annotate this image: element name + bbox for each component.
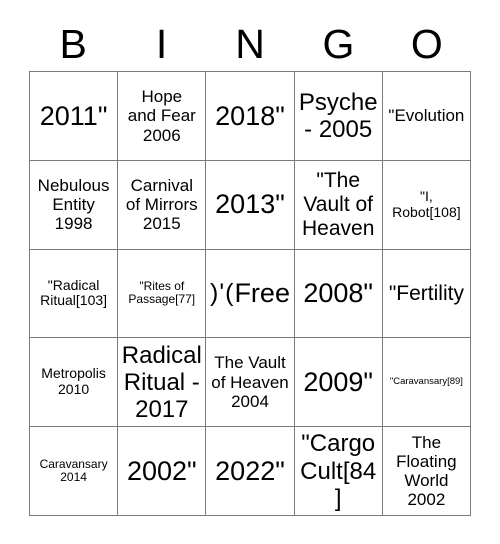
bingo-cell-label: "Radical Ritual[103] (40, 276, 108, 309)
bingo-cell-label: "Cargo Cult[84] (300, 430, 377, 512)
bingo-cell-label: "Evolution (388, 106, 465, 126)
bingo-cell[interactable]: The Vault of Heaven 2004 (206, 338, 295, 428)
bingo-cell-label: 2011" (39, 100, 108, 131)
bingo-cell-label: The Floating World 2002 (396, 432, 457, 510)
bingo-header-letter-n: N (235, 20, 265, 67)
bingo-cell-label: 2018" (215, 100, 285, 131)
bingo-cell-label: 2022" (215, 455, 285, 486)
bingo-cell[interactable]: 2018" (206, 72, 295, 161)
bingo-cell[interactable]: 2013" (206, 160, 295, 250)
bingo-cell-label: Radical Ritual - 2017 (121, 341, 202, 423)
bingo-cell[interactable]: "I, Robot[108] (382, 160, 471, 250)
bingo-cell[interactable]: 2022" (206, 427, 295, 516)
bingo-free-space[interactable]: )'(Free (206, 249, 295, 339)
bingo-cell[interactable]: The Floating World 2002 (382, 427, 471, 516)
bingo-header-letter-o: O (410, 20, 443, 67)
bingo-header-letter-i: I (155, 20, 168, 67)
bingo-cell-label: "The Vault of Heaven (302, 169, 375, 240)
bingo-cell[interactable]: "Evolution (382, 72, 471, 161)
bingo-cell-label: 2013" (215, 189, 285, 220)
bingo-cell-label: "I, Robot[108] (392, 187, 461, 220)
bingo-cell[interactable]: Caravansary 2014 (30, 427, 119, 516)
bingo-cell-label: Metropolis 2010 (41, 365, 106, 398)
bingo-grid: 2011" Hope and Fear 2006 2018" Psyche - 200… (29, 71, 471, 516)
bingo-card: B I N G O 2011" Hope and Fear 2006 2018" Ps… (0, 0, 500, 544)
bingo-cell-label: "Caravansary[89] (389, 375, 463, 387)
bingo-cell-label: "Fertility (388, 281, 464, 305)
bingo-cell[interactable]: "Rites of Passage[77] (118, 249, 207, 339)
bingo-cell[interactable]: "Cargo Cult[84] (294, 427, 383, 516)
bingo-cell[interactable]: 2009" (294, 338, 383, 428)
bingo-cell[interactable]: "Caravansary[89] (382, 338, 471, 428)
bingo-cell[interactable]: "The Vault of Heaven (294, 160, 383, 250)
burning-man-symbol-icon: )'( (210, 278, 235, 307)
bingo-cell[interactable]: 2011" (30, 72, 119, 161)
bingo-header-letter-g: G (322, 20, 355, 67)
bingo-header-row: B I N G O (29, 18, 471, 70)
bingo-header-letter-b: B (59, 20, 87, 67)
bingo-cell-label: "Rites of Passage[77] (128, 278, 196, 307)
bingo-cell[interactable]: Carnival of Mirrors 2015 (118, 160, 207, 250)
bingo-cell-label: Caravansary 2014 (39, 456, 108, 485)
bingo-cell-label: Carnival of Mirrors 2015 (125, 175, 198, 234)
bingo-cell-label: Hope and Fear 2006 (127, 87, 196, 145)
bingo-cell-label: Psyche - 2005 (298, 88, 378, 143)
bingo-cell[interactable]: Hope and Fear 2006 (118, 72, 207, 161)
bingo-cell-label: 2008" (303, 278, 374, 309)
bingo-cell[interactable]: Radical Ritual - 2017 (118, 338, 207, 428)
bingo-cell[interactable]: 2002" (118, 427, 207, 516)
bingo-cell-label: Nebulous Entity 1998 (37, 175, 110, 234)
bingo-cell[interactable]: Metropolis 2010 (30, 338, 119, 428)
bingo-cell[interactable]: "Radical Ritual[103] (30, 249, 119, 339)
bingo-cell-label: The Vault of Heaven 2004 (211, 353, 289, 411)
bingo-cell[interactable]: 2008" (294, 249, 383, 339)
bingo-cell-label: 2009" (303, 367, 374, 398)
bingo-cell[interactable]: "Fertility (382, 249, 471, 339)
bingo-cell[interactable]: Nebulous Entity 1998 (30, 160, 119, 250)
bingo-free-space-label: Free (234, 278, 290, 309)
bingo-cell-label: 2002" (126, 455, 197, 486)
bingo-cell[interactable]: Psyche - 2005 (294, 72, 383, 161)
